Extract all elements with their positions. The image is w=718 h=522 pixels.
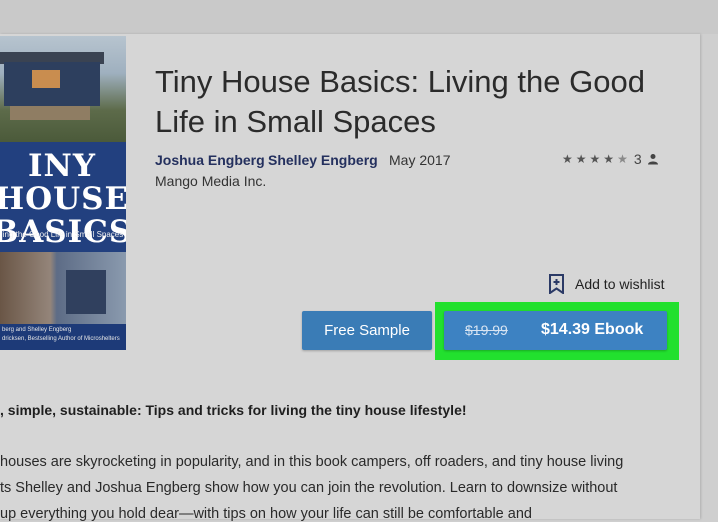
wishlist-label: Add to wishlist bbox=[575, 276, 665, 292]
sale-price-label: $14.39 Ebook bbox=[541, 321, 644, 338]
buy-ebook-button[interactable]: $19.99 $14.39 Ebook bbox=[444, 311, 667, 350]
free-sample-button[interactable]: Free Sample bbox=[302, 311, 432, 350]
add-to-wishlist[interactable]: Add to wishlist bbox=[548, 274, 664, 294]
book-cover[interactable]: INY HOUSE BASICS ing the Good Life in Sm… bbox=[0, 36, 126, 350]
star-icon: ★ bbox=[575, 152, 587, 166]
cover-photo-bottom bbox=[0, 252, 126, 324]
description-headline: , simple, sustainable: Tips and tricks f… bbox=[0, 402, 467, 418]
bookmark-plus-icon bbox=[549, 274, 564, 294]
cover-house-deck bbox=[10, 106, 90, 120]
rating-summary[interactable]: ★ ★ ★ ★ ★ 3 bbox=[562, 151, 659, 167]
author-link-shelley[interactable]: Shelley Engberg bbox=[268, 152, 378, 168]
cover-house-window bbox=[32, 70, 60, 88]
book-title: Tiny House Basics: Living the Good Life … bbox=[155, 64, 645, 139]
star-icon: ★ bbox=[589, 152, 601, 166]
cover-credit-line-2: dricksen, Bestselling Author of Microshe… bbox=[2, 336, 120, 342]
cover-credit-line-1: berg and Shelley Engberg bbox=[2, 327, 72, 333]
publisher[interactable]: Mango Media Inc. bbox=[155, 173, 266, 189]
description-line-1: houses are skyrocketing in popularity, a… bbox=[0, 454, 624, 470]
cover-small-house bbox=[66, 270, 106, 314]
cover-tagline: ing the Good Life in Small Spaces bbox=[2, 230, 124, 239]
star-icon: ★ bbox=[562, 152, 573, 166]
author-link-joshua[interactable]: Joshua Engberg bbox=[155, 152, 265, 168]
original-price: $19.99 bbox=[465, 322, 508, 338]
description-line-2: ts Shelley and Joshua Engberg show how y… bbox=[0, 480, 618, 496]
rating-count: 3 bbox=[633, 151, 642, 167]
description-line-3: up everything you hold dear—with tips on… bbox=[0, 506, 532, 522]
publication-date: May 2017 bbox=[389, 152, 451, 168]
cover-credit: berg and Shelley Engberg dricksen, Bests… bbox=[2, 326, 126, 344]
half-star-icon: ★ bbox=[617, 152, 628, 166]
star-icon: ★ bbox=[603, 152, 615, 166]
person-icon bbox=[647, 154, 658, 165]
top-shade bbox=[0, 0, 718, 34]
